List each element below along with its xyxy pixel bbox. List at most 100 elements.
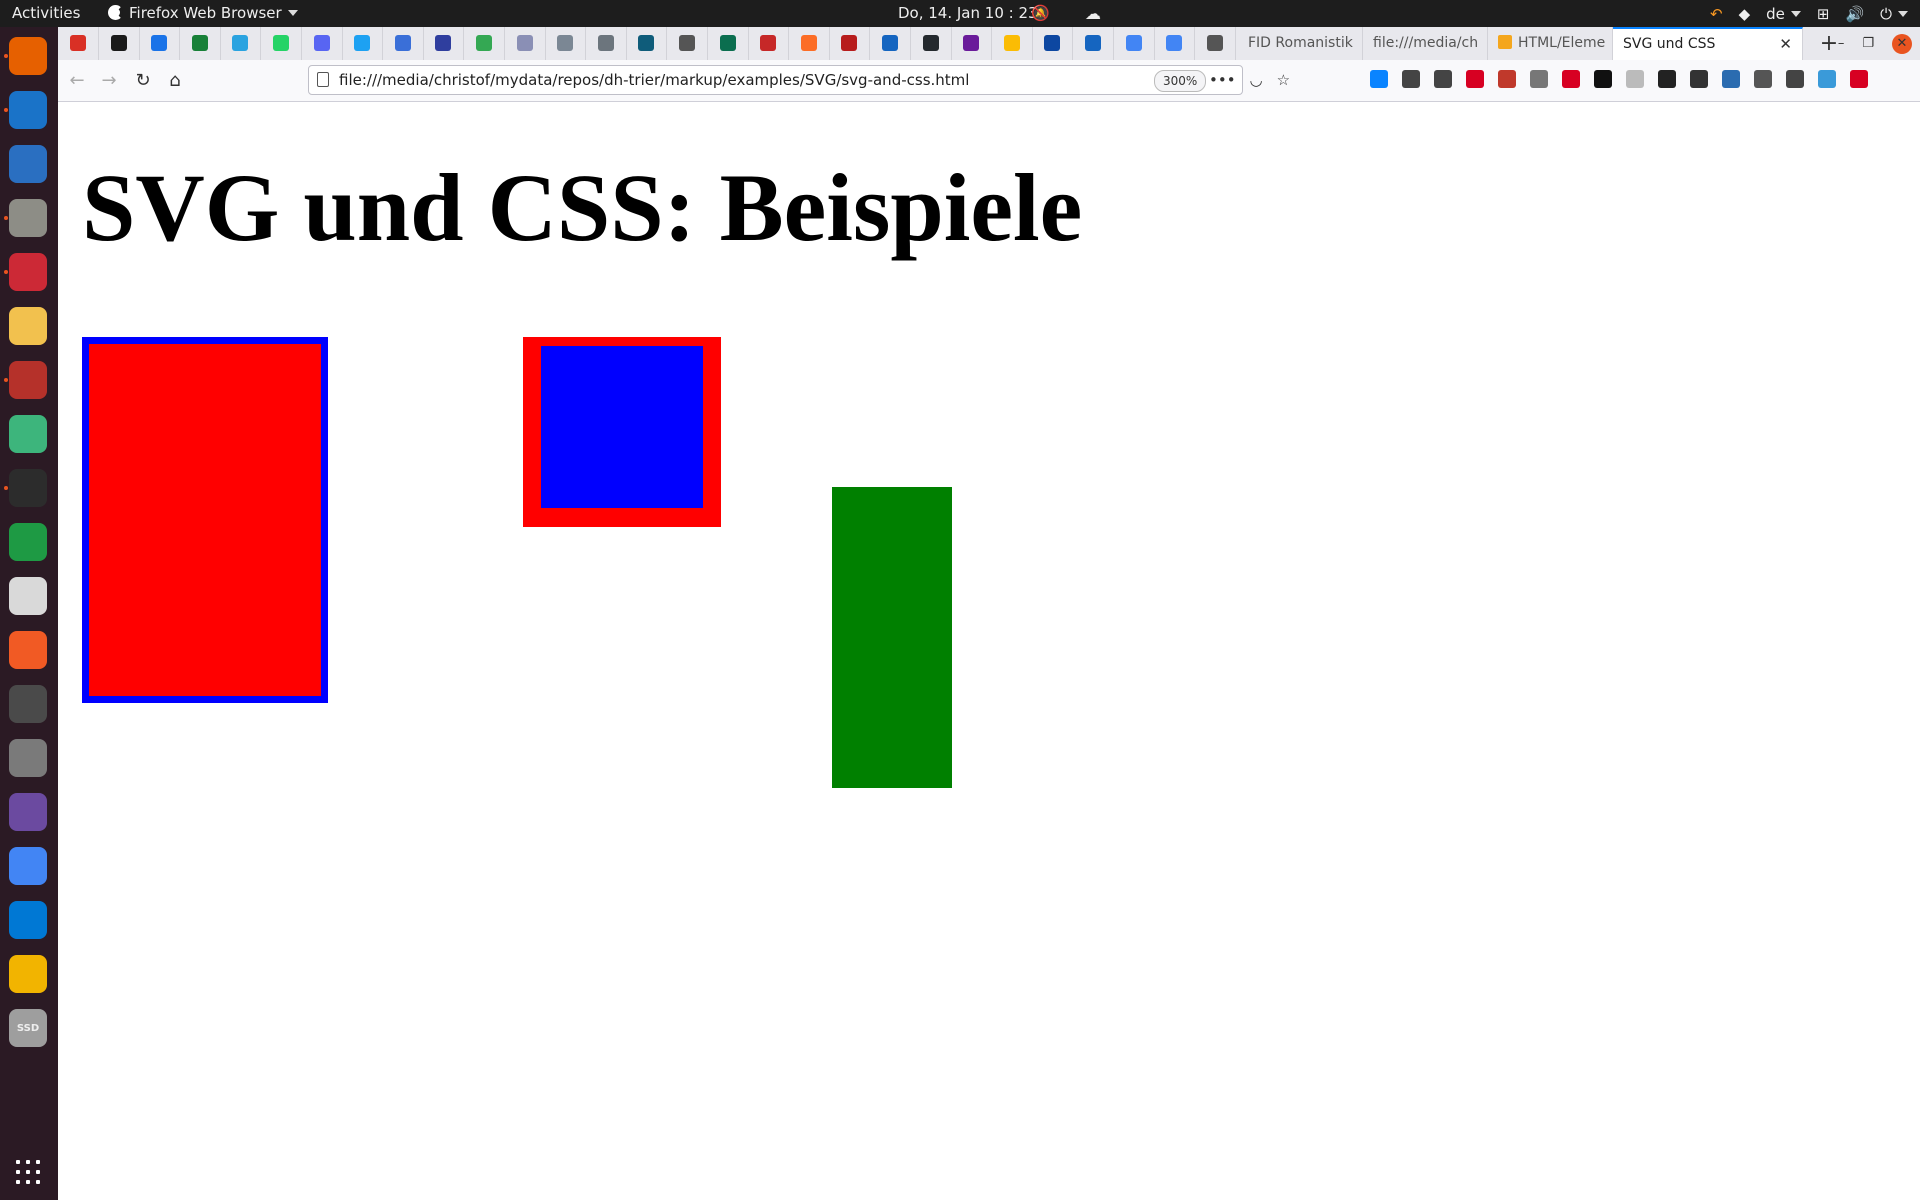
tab-svg-und-css[interactable]: SVG und CSS ✕ xyxy=(1613,27,1803,60)
pinned-tab-google-drive-2[interactable] xyxy=(992,27,1033,60)
pinned-tab-pinned-app-18[interactable] xyxy=(748,27,790,60)
dock-files[interactable] xyxy=(9,199,47,237)
dock-software-center[interactable] xyxy=(9,685,47,723)
pinned-tab-globe-2[interactable] xyxy=(1195,27,1236,60)
pinned-tab-telegram[interactable] xyxy=(220,27,262,60)
url-bar[interactable]: file:///media/christof/mydata/repos/dh-t… xyxy=(308,65,1290,95)
note-icon[interactable] xyxy=(1626,70,1644,88)
download-icon[interactable] xyxy=(1370,70,1388,88)
weather-icon[interactable]: ☁ xyxy=(1085,0,1101,27)
dock-libreoffice-writer[interactable] xyxy=(9,145,47,183)
extension-dark-icon[interactable] xyxy=(1690,70,1708,88)
close-tab-icon[interactable]: ✕ xyxy=(1779,29,1792,60)
pinned-tab-github[interactable] xyxy=(911,27,952,60)
pinned-tab-pinned-app-13[interactable] xyxy=(545,27,587,60)
extension-gear-icon[interactable] xyxy=(1786,70,1804,88)
pinned-tab-pinned-app-12[interactable] xyxy=(505,27,546,60)
reader-icon[interactable] xyxy=(1530,70,1548,88)
dropbox-icon[interactable]: ◆ xyxy=(1739,5,1751,23)
acrobat-icon[interactable] xyxy=(1850,70,1868,88)
pinned-tab-globe[interactable] xyxy=(667,27,708,60)
pinned-tab-pinned-app-26[interactable] xyxy=(1073,27,1114,60)
pinned-tab-pinned-app-23[interactable] xyxy=(951,27,993,60)
page-actions-icon[interactable]: ••• xyxy=(1209,71,1236,89)
pinned-app-21-icon xyxy=(882,35,898,51)
extension-network-icon[interactable] xyxy=(1818,70,1836,88)
pinned-tab-discord[interactable] xyxy=(302,27,343,60)
app-menu[interactable]: Firefox Web Browser xyxy=(108,0,298,27)
sidebar-icon[interactable] xyxy=(1434,70,1452,88)
pinned-tab-google-docs[interactable] xyxy=(1114,27,1155,60)
keyboard-layout[interactable]: de xyxy=(1766,5,1801,23)
tab-html-elements[interactable]: HTML/Eleme xyxy=(1488,27,1613,60)
minimize-icon[interactable]: – xyxy=(1838,36,1845,51)
pinned-tab-pinned-app-15[interactable] xyxy=(626,27,668,60)
pinned-tab-pinned-app-20[interactable] xyxy=(829,27,871,60)
tab-fid-romanistik[interactable]: FID Romanistik xyxy=(1238,27,1363,60)
dock-python-teapot[interactable] xyxy=(9,307,47,345)
restore-icon[interactable]: ❐ xyxy=(1862,36,1874,51)
dock-terminal[interactable] xyxy=(9,469,47,507)
back-arrow-icon[interactable]: ← xyxy=(64,68,90,94)
pinned-tab-pinned-app-14[interactable] xyxy=(586,27,627,60)
library-icon[interactable] xyxy=(1402,70,1420,88)
pinned-tab-calendar-14b[interactable] xyxy=(180,27,221,60)
pocket-icon[interactable]: ◡ xyxy=(1250,71,1263,89)
vscode-icon xyxy=(9,901,47,939)
update-icon[interactable]: ↶ xyxy=(1710,5,1723,23)
network-icon[interactable]: ⊞ xyxy=(1817,5,1830,23)
adblock-icon[interactable] xyxy=(1498,70,1516,88)
volume-icon[interactable]: 🔊 xyxy=(1845,5,1864,23)
extension-swirl-icon[interactable] xyxy=(1658,70,1676,88)
dock-gimp-brush[interactable] xyxy=(9,361,47,399)
dock-calculator[interactable] xyxy=(9,955,47,993)
pinned-tab-pinned-app-21[interactable] xyxy=(870,27,911,60)
pinned-tab-pinned-app-10[interactable] xyxy=(423,27,465,60)
zoom-badge[interactable]: 300% xyxy=(1154,70,1207,92)
dock-scanner[interactable] xyxy=(9,739,47,777)
pinned-tab-pinned-app-2[interactable] xyxy=(99,27,140,60)
reload-icon[interactable]: ↻ xyxy=(130,68,156,94)
barcode-icon[interactable] xyxy=(1754,70,1772,88)
show-applications-icon[interactable] xyxy=(16,1160,40,1184)
notifications-muted-icon[interactable]: 🔕 xyxy=(1031,0,1050,27)
pinned-tab-pinned-app-17[interactable] xyxy=(708,27,749,60)
dock-chrome[interactable] xyxy=(9,847,47,885)
dock-zotero[interactable] xyxy=(9,253,47,291)
pinned-tab-pinned-app-9[interactable] xyxy=(383,27,424,60)
dock-video-editor[interactable] xyxy=(9,793,47,831)
extension-red-icon[interactable] xyxy=(1466,70,1484,88)
pinned-tab-calendar-14[interactable] xyxy=(139,27,181,60)
pocket-save-icon[interactable] xyxy=(1562,70,1580,88)
dock-document-viewer[interactable] xyxy=(9,577,47,615)
dock-ssd-drive[interactable]: SSD xyxy=(9,1009,47,1047)
pinned-tab-gmail[interactable] xyxy=(58,27,99,60)
forward-arrow-icon[interactable]: → xyxy=(96,68,122,94)
home-icon[interactable]: ⌂ xyxy=(162,68,188,94)
pinned-tab-pinned-app-25[interactable] xyxy=(1032,27,1074,60)
translate-icon[interactable] xyxy=(1722,70,1740,88)
google-drive-icon xyxy=(476,35,492,51)
close-window-icon[interactable]: ✕ xyxy=(1892,33,1912,54)
activities-button[interactable]: Activities xyxy=(12,0,80,27)
github-icon xyxy=(922,35,939,51)
dock-libreoffice-calc[interactable] xyxy=(9,523,47,561)
pinned-tab-twitter[interactable] xyxy=(342,27,384,60)
dock-thunderbird[interactable] xyxy=(9,91,47,129)
power-icon[interactable]: ⏻ xyxy=(1880,5,1908,23)
clock[interactable]: Do, 14. Jan 10 : 23 xyxy=(898,0,1038,27)
dock-firefox[interactable] xyxy=(9,37,47,75)
extension-black-icon[interactable] xyxy=(1594,70,1612,88)
dock-atom-editor[interactable] xyxy=(9,415,47,453)
dock-vscode[interactable] xyxy=(9,901,47,939)
tab-file-media[interactable]: file:///media/ch xyxy=(1363,27,1488,60)
pinned-tab-whatsapp[interactable] xyxy=(261,27,302,60)
pinned-tab-google-drive[interactable] xyxy=(464,27,505,60)
pinned-tab-gitlab[interactable] xyxy=(789,27,830,60)
url-text[interactable]: file:///media/christof/mydata/repos/dh-t… xyxy=(339,66,969,94)
files-icon xyxy=(9,199,47,237)
bookmark-star-icon[interactable]: ☆ xyxy=(1277,71,1290,89)
pinned-tab-google-docs-2[interactable] xyxy=(1154,27,1196,60)
dock-brave-browser[interactable] xyxy=(9,631,47,669)
python-teapot-icon xyxy=(9,307,47,345)
